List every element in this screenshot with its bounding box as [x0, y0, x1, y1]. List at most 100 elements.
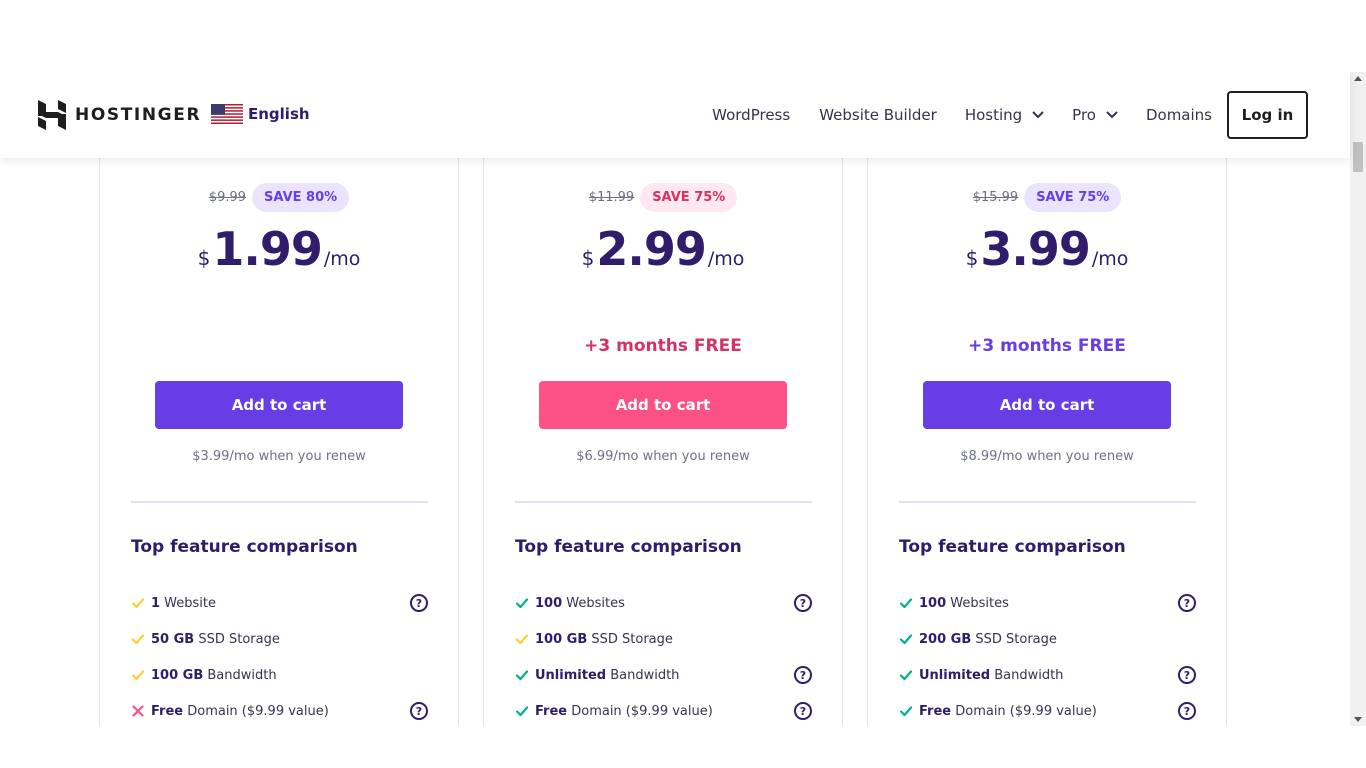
hostinger-logo[interactable]: HOSTINGER	[38, 100, 201, 130]
feature-text: 100 GB Bandwidth	[151, 668, 277, 683]
feature-highlight: 200 GB	[919, 631, 972, 647]
feature-list: 100 Websites? 100 GB SSD Storage Unlimited…	[515, 585, 812, 726]
help-icon[interactable]: ?	[410, 594, 428, 612]
help-icon[interactable]: ?	[410, 702, 428, 720]
feature-description: SSD Storage	[587, 631, 673, 647]
feature-text: 100 Websites	[919, 596, 1009, 611]
scroll-down-arrow-icon[interactable]	[1354, 717, 1362, 722]
help-icon[interactable]: ?	[1178, 702, 1196, 720]
price-row: $9.99 SAVE 80%	[100, 181, 458, 213]
feature-text: Unlimited Bandwidth	[919, 668, 1063, 683]
check-icon	[899, 668, 913, 682]
feature-item: 100 Websites?	[899, 585, 1196, 621]
login-button[interactable]: Log in	[1227, 91, 1308, 139]
feature-description: SSD Storage	[971, 631, 1057, 647]
check-icon	[131, 596, 145, 610]
feature-item: 100 GB SSD Storage	[515, 621, 812, 657]
feature-item: 100 GB Bandwidth	[131, 657, 428, 693]
save-badge: SAVE 80%	[252, 182, 350, 212]
price-currency: $	[965, 246, 979, 270]
chevron-down-icon	[1106, 111, 1118, 119]
feature-highlight: Free	[919, 703, 952, 719]
features-title: Top feature comparison	[515, 537, 742, 557]
language-selector[interactable]: English	[211, 104, 310, 124]
price-currency: $	[581, 246, 595, 270]
price-amount: 3.99	[980, 222, 1090, 276]
feature-text: Free Domain ($9.99 value)	[919, 704, 1097, 719]
nav-hosting[interactable]: Hosting	[965, 106, 1044, 124]
price-period: /mo	[1091, 248, 1129, 270]
feature-highlight: 50 GB	[151, 631, 195, 647]
feature-description: SSD Storage	[194, 631, 280, 647]
feature-text: Unlimited Bandwidth	[535, 668, 679, 683]
add-to-cart-button[interactable]: Add to cart	[539, 381, 787, 429]
feature-text: 100 Websites	[535, 596, 625, 611]
features-title: Top feature comparison	[131, 537, 358, 557]
check-icon	[515, 632, 529, 646]
check-icon	[899, 704, 913, 718]
promo-text: +3 months FREE	[584, 336, 742, 356]
feature-description: Domain ($9.99 value)	[183, 703, 329, 719]
feature-description: Websites	[562, 595, 625, 611]
price-amount: 2.99	[596, 222, 706, 276]
price-row: $11.99 SAVE 75%	[484, 181, 842, 213]
old-price: $11.99	[588, 189, 635, 205]
feature-item: 1 Website?	[131, 585, 428, 621]
feature-text: 1 Website	[151, 596, 216, 611]
price-currency: $	[197, 246, 211, 270]
save-badge: SAVE 75%	[640, 182, 738, 212]
feature-item: Free Domain ($9.99 value)?	[515, 693, 812, 726]
old-price: $9.99	[208, 189, 247, 205]
feature-description: Domain ($9.99 value)	[951, 703, 1097, 719]
check-icon	[131, 668, 145, 682]
feature-item: 50 GB SSD Storage	[131, 621, 428, 657]
feature-item: 100 Websites?	[515, 585, 812, 621]
help-icon[interactable]: ?	[794, 666, 812, 684]
feature-highlight: Free	[535, 703, 568, 719]
add-to-cart-button[interactable]: Add to cart	[155, 381, 403, 429]
feature-item: 200 GB SSD Storage	[899, 621, 1196, 657]
feature-list: 1 Website? 50 GB SSD Storage 100 GB Bandwi…	[131, 585, 428, 726]
feature-text: Free Domain ($9.99 value)	[535, 704, 713, 719]
feature-item: Unlimited Bandwidth?	[899, 657, 1196, 693]
feature-highlight: Free	[151, 703, 184, 719]
renew-price: $8.99/mo when you renew	[960, 449, 1134, 464]
plan-card-single: $9.99 SAVE 80% $ 1.99 /mo Add to cart $3…	[99, 112, 459, 726]
feature-text: 50 GB SSD Storage	[151, 632, 280, 647]
check-icon	[899, 596, 913, 610]
nav-website-builder[interactable]: Website Builder	[819, 106, 937, 124]
help-icon[interactable]: ?	[794, 702, 812, 720]
feature-highlight: 100 GB	[151, 667, 204, 683]
feature-highlight: 100 GB	[535, 631, 588, 647]
scroll-up-arrow-icon[interactable]	[1354, 76, 1362, 81]
add-to-cart-button[interactable]: Add to cart	[923, 381, 1171, 429]
feature-highlight: Unlimited	[919, 667, 991, 683]
scroll-thumb[interactable]	[1353, 142, 1363, 172]
page-scrollbar[interactable]	[1350, 72, 1366, 726]
hostinger-logo-icon	[38, 100, 66, 130]
cross-icon	[131, 704, 145, 718]
price: $ 2.99 /mo	[484, 222, 842, 276]
check-icon	[131, 632, 145, 646]
feature-text: 100 GB SSD Storage	[535, 632, 673, 647]
promo-text: +3 months FREE	[968, 336, 1126, 356]
help-icon[interactable]: ?	[1178, 594, 1196, 612]
nav-wordpress[interactable]: WordPress	[712, 106, 790, 124]
help-icon[interactable]: ?	[1178, 666, 1196, 684]
plan-card-premium: $11.99 SAVE 75% $ 2.99 /mo +3 months FRE…	[483, 112, 843, 726]
nav-domains[interactable]: Domains	[1146, 106, 1212, 124]
feature-item: Unlimited Bandwidth?	[515, 657, 812, 693]
renew-price: $6.99/mo when you renew	[576, 449, 750, 464]
price-row: $15.99 SAVE 75%	[868, 181, 1226, 213]
us-flag-icon	[211, 104, 243, 124]
old-price: $15.99	[972, 189, 1019, 205]
feature-text: Free Domain ($9.99 value)	[151, 704, 329, 719]
help-icon[interactable]: ?	[794, 594, 812, 612]
main-nav: WordPress Website Builder Hosting Pro Do…	[712, 91, 1308, 139]
chevron-down-icon	[1032, 111, 1044, 119]
nav-pro[interactable]: Pro	[1072, 106, 1118, 124]
feature-description: Bandwidth	[606, 667, 680, 683]
site-header: HOSTINGER English WordPress Website Buil…	[0, 72, 1350, 158]
nav-hosting-label: Hosting	[964, 106, 1023, 124]
divider	[899, 501, 1196, 503]
